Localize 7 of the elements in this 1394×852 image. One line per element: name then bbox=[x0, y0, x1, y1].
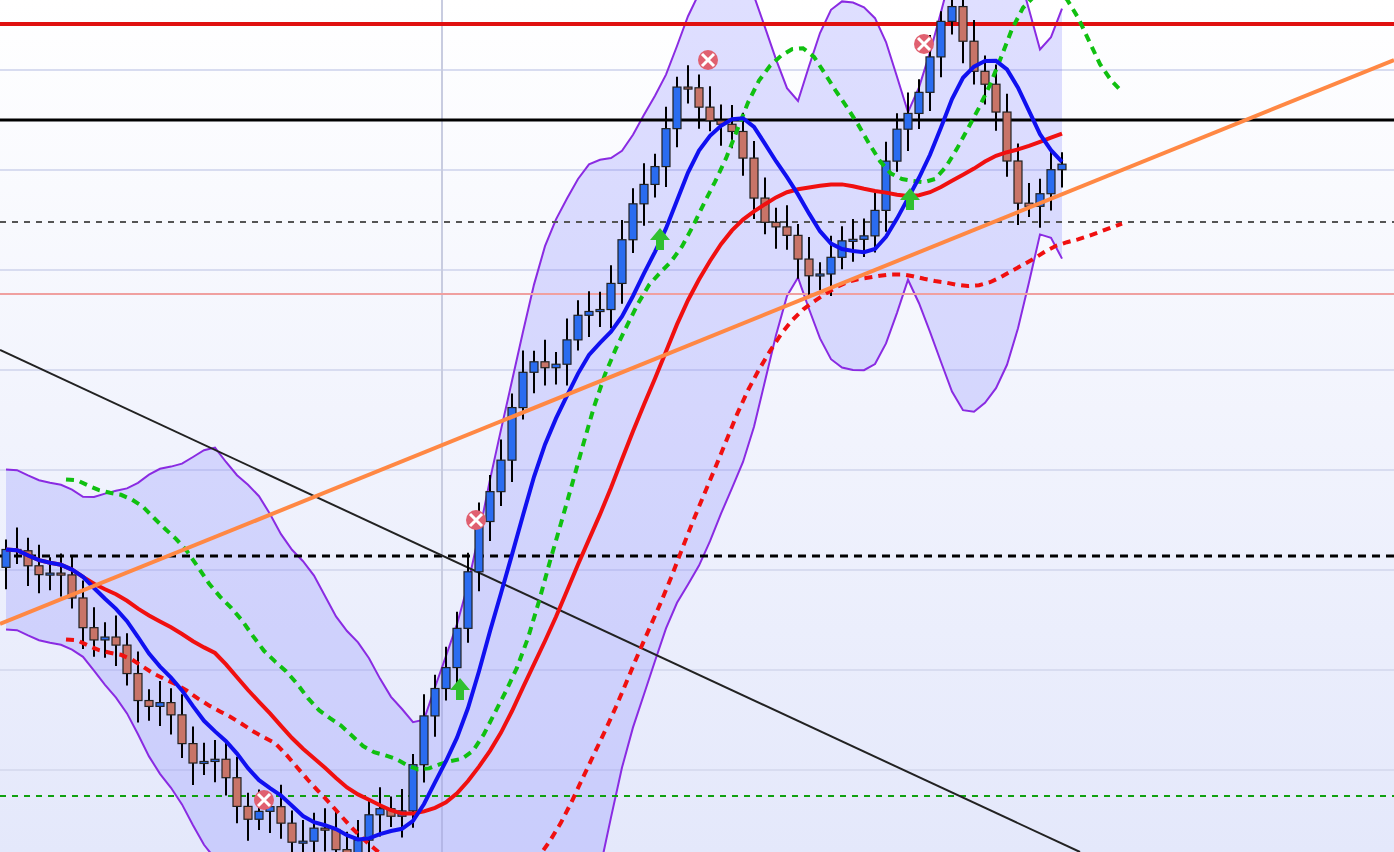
up-arrow-icon bbox=[450, 678, 470, 700]
cross-marker-icon bbox=[698, 50, 718, 70]
up-arrow-icon bbox=[900, 188, 920, 210]
cross-marker-icon bbox=[466, 510, 486, 530]
up-arrow-icon bbox=[650, 228, 670, 250]
cross-marker-icon bbox=[254, 790, 274, 810]
cross-marker-icon bbox=[914, 34, 934, 54]
